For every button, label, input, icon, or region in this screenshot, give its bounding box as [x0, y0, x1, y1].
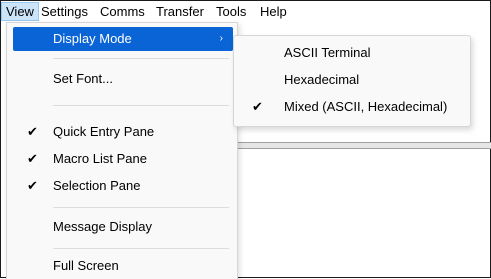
checkmark-icon: ✔: [27, 124, 38, 139]
submenu-item-ascii-terminal[interactable]: ASCII Terminal: [240, 41, 464, 65]
checkmark-icon: ✔: [252, 99, 263, 114]
menu-item-macro-list-pane[interactable]: ✔ Macro List Pane: [13, 147, 233, 171]
display-mode-label: Display Mode: [53, 31, 132, 46]
menu-help[interactable]: Help: [256, 3, 291, 20]
window-pane-divider: [236, 142, 491, 149]
quick-entry-label: Quick Entry Pane: [53, 124, 155, 139]
ascii-terminal-label: ASCII Terminal: [284, 45, 371, 60]
menu-tools[interactable]: Tools: [212, 3, 250, 20]
submenu-arrow-icon: ›: [219, 33, 223, 44]
menu-item-message-display[interactable]: Message Display: [13, 215, 233, 239]
selection-pane-label: Selection Pane: [53, 178, 141, 193]
menubar: View Settings Comms Transfer Tools Help: [1, 1, 490, 21]
menu-settings[interactable]: Settings: [37, 3, 92, 20]
mixed-label: Mixed (ASCII, Hexadecimal): [284, 99, 448, 114]
checkmark-icon: ✔: [27, 178, 38, 193]
hexadecimal-label: Hexadecimal: [284, 72, 360, 87]
menu-view[interactable]: View: [1, 2, 39, 21]
set-font-label: Set Font...: [53, 71, 113, 86]
menu-item-selection-pane[interactable]: ✔ Selection Pane: [13, 174, 233, 198]
display-mode-submenu: ASCII Terminal Hexadecimal ✔ Mixed (ASCI…: [233, 35, 471, 127]
menu-item-quick-entry-pane[interactable]: ✔ Quick Entry Pane: [13, 120, 233, 144]
separator: [53, 207, 229, 208]
message-display-label: Message Display: [53, 219, 152, 234]
macro-list-label: Macro List Pane: [53, 151, 147, 166]
separator: [53, 248, 229, 249]
menu-comms[interactable]: Comms: [96, 3, 149, 20]
menu-item-full-screen[interactable]: Full Screen: [13, 254, 233, 278]
menu-item-set-font[interactable]: Set Font...: [13, 67, 233, 91]
full-screen-label: Full Screen: [53, 258, 119, 273]
submenu-item-mixed[interactable]: ✔ Mixed (ASCII, Hexadecimal): [240, 95, 464, 119]
menu-transfer[interactable]: Transfer: [152, 3, 208, 20]
checkmark-icon: ✔: [27, 151, 38, 166]
separator: [53, 58, 229, 59]
view-menu-dropdown: Display Mode › Set Font... ✔ Quick Entry…: [6, 22, 238, 279]
separator: [53, 105, 229, 106]
menu-item-display-mode[interactable]: Display Mode ›: [13, 27, 233, 51]
submenu-item-hexadecimal[interactable]: Hexadecimal: [240, 68, 464, 92]
